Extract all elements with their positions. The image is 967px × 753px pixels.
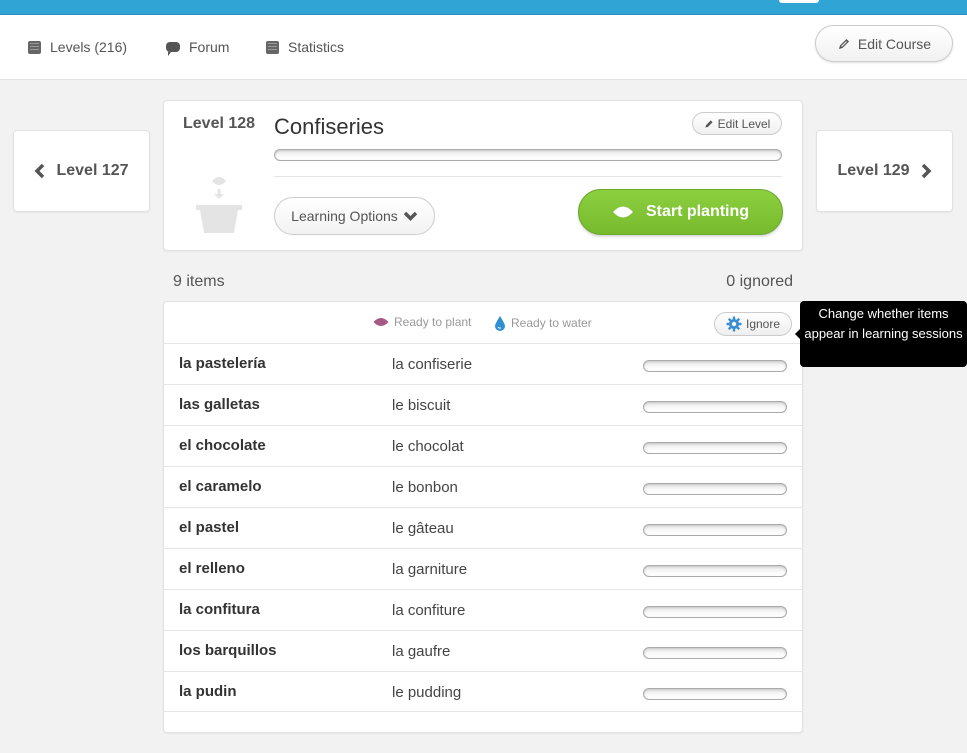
nav-levels-label: Levels (216) xyxy=(50,39,128,55)
chat-icon xyxy=(166,38,180,56)
item-definition: le biscuit xyxy=(392,397,451,414)
next-level-label: Level 129 xyxy=(837,162,910,179)
top-bar-tab[interactable] xyxy=(779,0,819,3)
level-progress-bar xyxy=(274,149,782,161)
nav-statistics[interactable]: Statistics xyxy=(266,38,344,56)
item-progress-bar xyxy=(643,688,787,700)
item-definition: la confiture xyxy=(392,602,466,619)
edit-course-button[interactable]: Edit Course xyxy=(815,25,953,62)
item-word: las galletas xyxy=(179,396,260,413)
nav-forum[interactable]: Forum xyxy=(166,38,229,56)
item-progress-bar xyxy=(643,483,787,495)
item-definition: la confiserie xyxy=(392,356,473,373)
divider xyxy=(274,176,782,177)
legend-ready-to-water: Ready to water xyxy=(494,315,592,331)
item-word: el pastel xyxy=(179,519,240,536)
items-list: la pastelería la confiserie las galletas le… xyxy=(164,343,802,712)
item-definition: la garniture xyxy=(392,561,468,578)
item-word: la pudin xyxy=(179,683,237,700)
item-definition: le pudding xyxy=(392,684,462,701)
gear-icon xyxy=(726,316,742,332)
item-word: la pastelería xyxy=(179,355,266,372)
ignore-tooltip: Change whether items appear in learning … xyxy=(795,301,967,367)
legend-ready-to-plant: Ready to plant xyxy=(373,315,471,329)
item-word: el chocolate xyxy=(179,437,266,454)
pencil-icon xyxy=(704,119,714,129)
seed-icon xyxy=(612,206,633,218)
start-planting-button[interactable]: Start planting xyxy=(578,189,783,235)
item-progress-bar xyxy=(643,401,787,413)
nav-statistics-label: Statistics xyxy=(288,39,345,55)
legend-water-label: Ready to water xyxy=(511,316,592,330)
items-list-card: Ready to plant Ready to water Ignore la … xyxy=(163,301,803,733)
course-navbar: Levels (216) Forum Statistics Edit Cours… xyxy=(0,15,967,80)
top-bar xyxy=(0,0,967,15)
level-title: Confiseries xyxy=(274,114,385,139)
ignore-button[interactable]: Ignore xyxy=(714,312,792,336)
list-icon xyxy=(28,40,41,54)
nav-forum-label: Forum xyxy=(189,39,230,55)
item-row[interactable]: el caramelo le bonbon xyxy=(164,466,802,507)
edit-course-label: Edit Course xyxy=(857,35,932,52)
nav-levels[interactable]: Levels (216) xyxy=(28,38,127,56)
item-definition: la gaufre xyxy=(392,643,451,660)
item-progress-bar xyxy=(643,524,787,536)
items-count: 9 items xyxy=(173,273,225,290)
pencil-icon xyxy=(837,37,851,51)
item-word: el caramelo xyxy=(179,478,262,495)
water-drop-icon xyxy=(495,316,505,331)
item-row[interactable]: la pastelería la confiserie xyxy=(164,343,802,384)
learning-options-label: Learning Options xyxy=(291,208,398,224)
item-row[interactable]: el pastel le gâteau xyxy=(164,507,802,548)
previous-level-label: Level 127 xyxy=(56,162,129,179)
edit-level-label: Edit Level xyxy=(717,116,771,131)
item-word: el relleno xyxy=(179,560,245,577)
item-row[interactable]: la pudin le pudding xyxy=(164,671,802,712)
item-definition: le bonbon xyxy=(392,479,458,496)
learning-options-dropdown[interactable]: Learning Options xyxy=(274,197,435,235)
seed-icon xyxy=(373,318,389,326)
chevron-right-icon xyxy=(921,163,932,179)
plant-pot-icon xyxy=(196,177,242,233)
item-word: la confitura xyxy=(179,601,260,618)
ignore-label: Ignore xyxy=(745,317,781,331)
legend-plant-label: Ready to plant xyxy=(394,315,472,329)
list-icon xyxy=(266,40,279,54)
item-progress-bar xyxy=(643,565,787,577)
start-planting-label: Start planting xyxy=(645,203,750,220)
item-row[interactable]: las galletas le biscuit xyxy=(164,384,802,425)
next-level-button[interactable]: Level 129 xyxy=(816,130,953,212)
item-progress-bar xyxy=(643,442,787,454)
level-header-card: Level 128 Confiseries Edit Level Learnin… xyxy=(163,100,803,251)
item-definition: le gâteau xyxy=(392,520,454,537)
item-row[interactable]: los barquillos la gaufre xyxy=(164,630,802,671)
edit-level-button[interactable]: Edit Level xyxy=(692,112,782,135)
item-row[interactable]: la confitura la confiture xyxy=(164,589,802,630)
previous-level-button[interactable]: Level 127 xyxy=(13,130,150,212)
chevron-left-icon xyxy=(34,163,45,179)
item-progress-bar xyxy=(643,606,787,618)
item-word: los barquillos xyxy=(179,642,277,659)
item-progress-bar xyxy=(643,647,787,659)
item-row[interactable]: el relleno la garniture xyxy=(164,548,802,589)
item-progress-bar xyxy=(643,360,787,372)
item-row[interactable]: el chocolate le chocolat xyxy=(164,425,802,466)
ignored-count: 0 ignored xyxy=(726,273,793,290)
chevron-down-icon xyxy=(403,211,418,221)
level-number: Level 128 xyxy=(183,115,256,132)
item-definition: le chocolat xyxy=(392,438,464,455)
